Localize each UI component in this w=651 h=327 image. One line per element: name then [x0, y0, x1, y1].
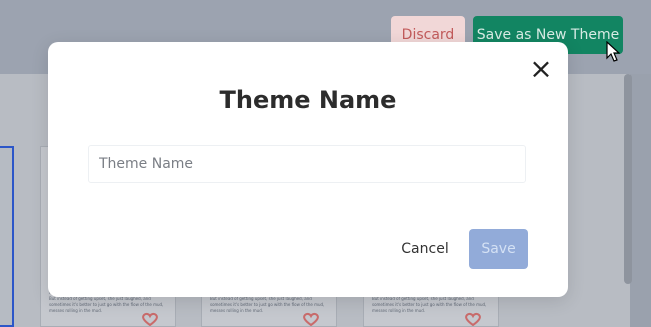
cursor-icon	[606, 41, 620, 62]
close-icon[interactable]: ×	[529, 55, 552, 83]
save-button[interactable]: Save	[469, 229, 528, 269]
heart-icon	[142, 312, 158, 326]
heart-icon	[303, 312, 319, 326]
theme-name-input[interactable]	[88, 145, 526, 183]
cancel-button[interactable]: Cancel	[392, 229, 458, 269]
modal-title: Theme Name	[219, 86, 397, 114]
theme-name-modal: × Theme Name Cancel Save	[48, 42, 568, 297]
content-scrollbar[interactable]	[624, 74, 632, 284]
selected-theme-card[interactable]	[0, 146, 14, 327]
heart-icon	[465, 312, 481, 326]
